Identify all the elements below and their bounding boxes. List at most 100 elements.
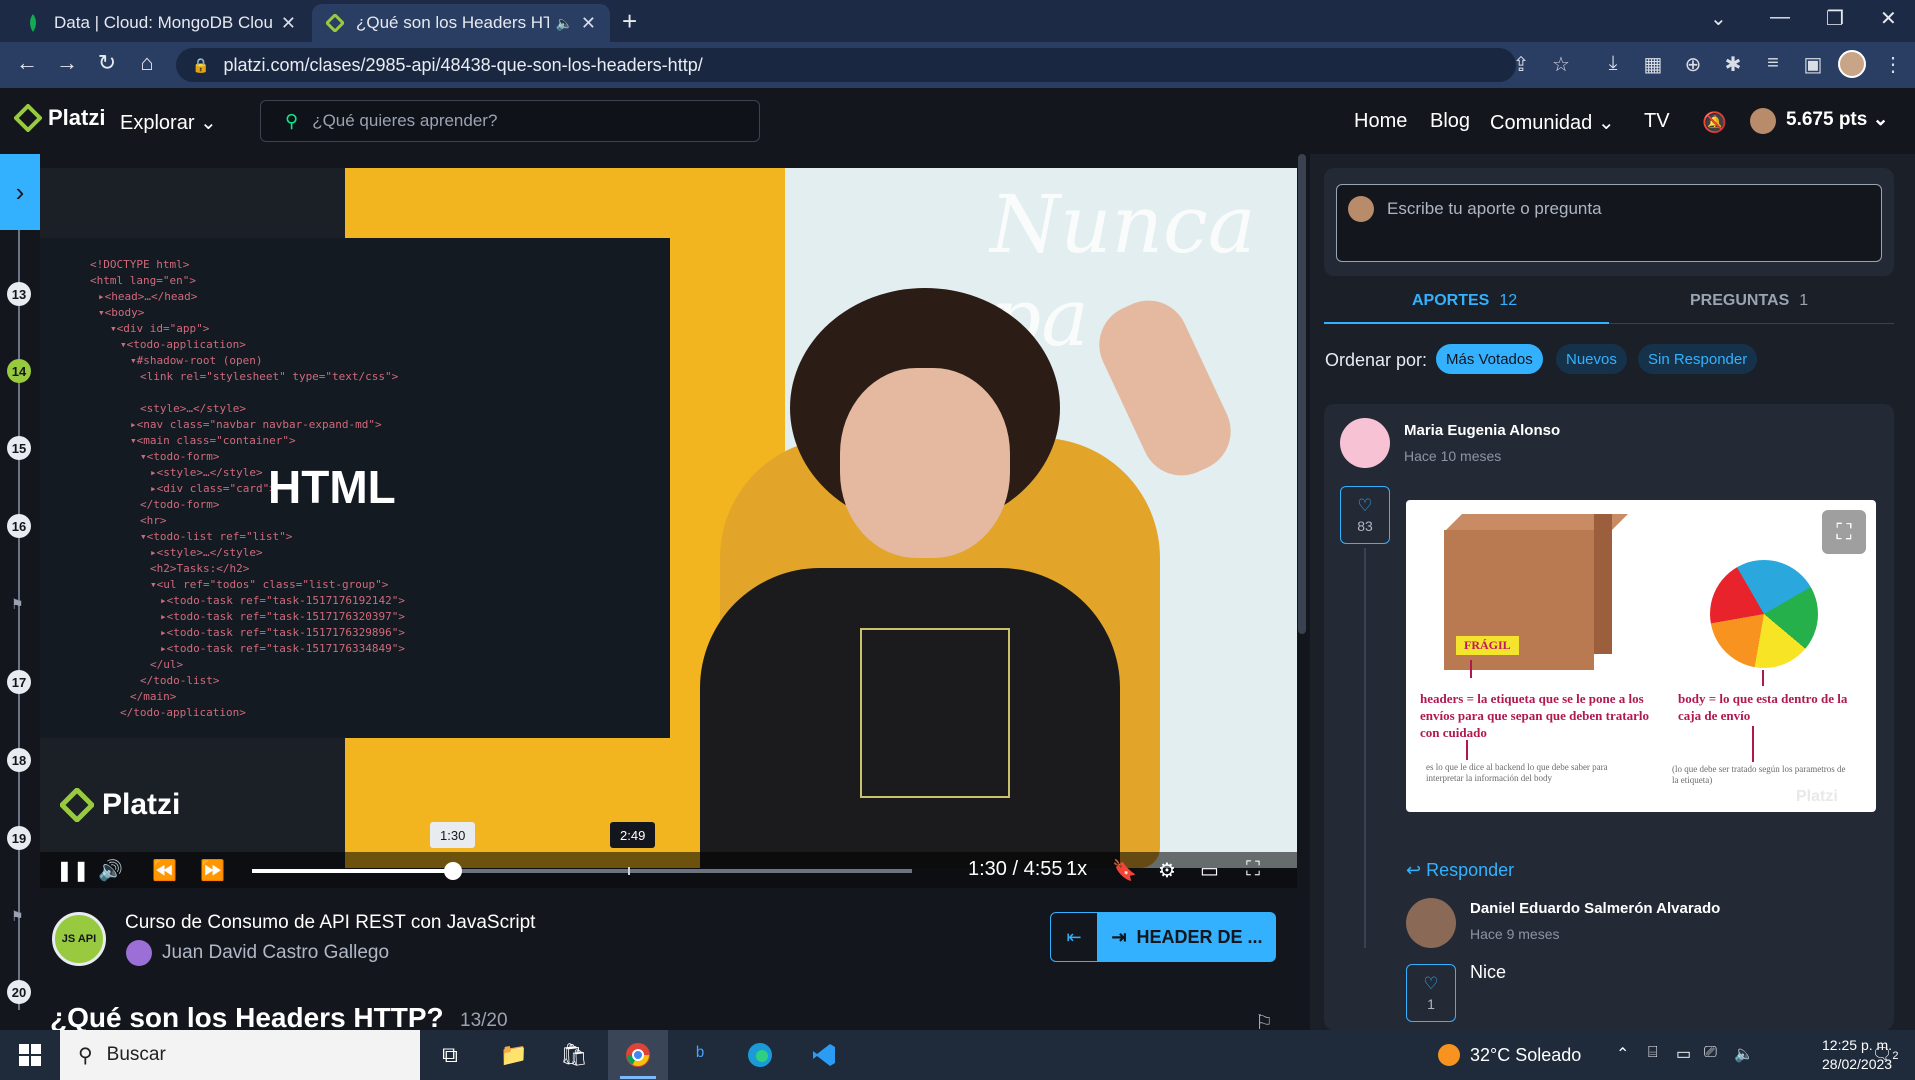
user-points[interactable]: 5.675 pts ⌄ [1786,108,1889,131]
rail-class-16[interactable]: 16 [7,514,31,538]
browser-profile-avatar[interactable] [1838,50,1866,78]
tab-preguntas[interactable]: PREGUNTAS 1 [1690,292,1808,310]
rail-class-20[interactable]: 20 [7,980,31,1004]
camera-icon[interactable]: ⌸ [1648,1044,1658,1062]
tab-title: ¿Qué son los Headers HTTP? [356,13,550,32]
address-bar[interactable]: 🔒 platzi.com/clases/2985-api/48438-que-s… [176,48,1516,82]
expand-sidebar-button[interactable]: › [0,154,40,230]
extensions-puzzle-icon[interactable]: ✱ [1720,52,1746,77]
new-tab-button[interactable]: + [622,6,637,37]
microsoft-store-icon[interactable]: 🛍 [556,1038,592,1072]
progress-handle[interactable] [444,862,463,880]
rail-class-17[interactable]: 17 [7,670,31,694]
sort-unanswered[interactable]: Sin Responder [1638,344,1758,374]
course-title[interactable]: Curso de Consumo de API REST con JavaScr… [125,912,535,934]
points-value: 5.675 pts [1786,109,1868,130]
nav-tv[interactable]: TV [1644,110,1670,133]
playback-speed-button[interactable]: 1x [1066,858,1087,881]
browser-tab-platzi[interactable]: ¿Qué son los Headers HTTP? 🔈 ✕ [312,4,610,42]
picture-in-picture-icon[interactable]: ▭ [1200,858,1219,883]
chevron-down-icon: ⌄ [200,112,217,134]
file-explorer-icon[interactable]: 📁 [496,1038,532,1072]
audio-playing-icon[interactable]: 🔈 [555,15,572,32]
nav-blog[interactable]: Blog [1430,110,1470,133]
platzi-logo[interactable]: Platzi [14,104,105,132]
back-icon[interactable]: ← [12,50,42,76]
course-badge-icon[interactable]: JS API [52,912,106,966]
reply-like-button[interactable]: ♡ 1 [1406,964,1456,1022]
home-icon[interactable]: ⌂ [132,50,162,76]
bing-icon[interactable]: ᵇ [682,1038,718,1072]
sort-most-voted[interactable]: Más Votados [1436,344,1543,374]
settings-gear-icon[interactable]: ⚙ [1158,858,1176,883]
close-tab-icon[interactable]: ✕ [281,13,296,34]
rail-class-18[interactable]: 18 [7,748,31,772]
tab-search-icon[interactable]: ⌄ [1710,6,1727,31]
media-queue-icon[interactable]: ≡ [1760,52,1786,75]
chrome-icon[interactable] [620,1038,656,1072]
browser-toolbar: ← → ↻ ⌂ 🔒 platzi.com/clases/2985-api/484… [0,42,1915,88]
reply-button[interactable]: ↩ Responder [1406,860,1514,881]
notifications-off-icon[interactable]: 🔕 [1702,110,1727,135]
teacher-name[interactable]: Juan David Castro Gallego [162,942,389,964]
main-scrollbar[interactable] [1298,154,1306,634]
rail-class-14[interactable]: 14 [7,359,31,383]
sort-newest[interactable]: Nuevos [1556,344,1627,374]
forward-icon[interactable]: → [52,50,82,76]
author-avatar[interactable] [1340,418,1390,468]
close-window-button[interactable]: ✕ [1880,6,1897,31]
video-player[interactable]: Nunca pa <!DOCTYPE html> <html lang="en"… [40,168,1297,888]
search-input[interactable]: ⚲ ¿Qué quieres aprender? [260,100,760,142]
previous-class-button[interactable]: ⇤ [1050,912,1098,962]
video-progress-bar[interactable] [252,862,912,880]
rail-class-19[interactable]: 19 [7,826,31,850]
calculator-extension-icon[interactable]: ▦ [1640,52,1666,77]
side-panel-icon[interactable]: ▣ [1800,52,1826,77]
rail-class-13[interactable]: 13 [7,282,31,306]
nav-comunidad-label: Comunidad [1490,112,1593,134]
user-avatar[interactable] [1750,108,1776,134]
explore-menu[interactable]: Explorar ⌄ [120,110,217,135]
like-button[interactable]: ♡ 83 [1340,486,1390,544]
share-icon[interactable]: ⇪ [1508,52,1534,77]
rail-class-15[interactable]: 15 [7,436,31,460]
author-name[interactable]: Maria Eugenia Alonso [1404,422,1560,439]
minimize-button[interactable]: — [1770,6,1790,29]
nav-home[interactable]: Home [1354,110,1407,133]
speaker-icon[interactable]: 🔈 [1734,1044,1754,1064]
task-view-icon[interactable]: ⧉ [432,1038,468,1072]
edge-icon[interactable] [742,1038,778,1072]
network-icon[interactable]: ⎚ [1704,1044,1717,1062]
browser-menu-icon[interactable]: ⋮ [1880,52,1906,77]
vscode-icon[interactable] [806,1038,842,1072]
close-tab-icon[interactable]: ✕ [581,13,596,34]
annotation-line [1762,670,1764,686]
green-plus-extension-icon[interactable]: ⊕ [1680,52,1706,77]
show-hidden-icons-chevron-icon[interactable]: ⌃ [1616,1044,1629,1064]
bookmark-icon[interactable]: 🔖 [1112,858,1137,883]
reload-icon[interactable]: ↻ [92,50,122,76]
volume-icon[interactable]: 🔊 [98,858,123,883]
browser-tab-mongodb[interactable]: Data | Cloud: MongoDB Cloud ✕ [10,4,310,42]
ask-input[interactable]: Escribe tu aporte o pregunta [1336,184,1882,262]
contribution-image[interactable]: FRÁGIL headers = la etiqueta que se le p… [1406,500,1876,812]
rewind-icon[interactable]: ⏪ [152,858,177,883]
pause-icon[interactable]: ❚❚ [56,858,90,883]
taskbar-search[interactable]: ⚲ Buscar [60,1030,420,1080]
weather-widget[interactable]: 32°C Soleado [1438,1044,1581,1066]
windows-start-icon[interactable] [12,1038,48,1072]
maximize-button[interactable]: ❐ [1826,6,1844,31]
download-extension-icon[interactable]: ⤓ [1600,52,1626,75]
nav-comunidad[interactable]: Comunidad ⌄ [1490,110,1615,135]
tab-aportes[interactable]: APORTES 12 [1412,292,1517,310]
expand-image-icon[interactable]: ⛶ [1822,510,1866,554]
next-class-button[interactable]: ⇥ HEADER DE ... [1098,912,1276,962]
battery-icon[interactable]: ▭ [1676,1044,1691,1064]
reply-author-name[interactable]: Daniel Eduardo Salmerón Alvarado [1470,900,1720,917]
bookmark-star-icon[interactable]: ☆ [1548,52,1574,77]
tab-title: Data | Cloud: MongoDB Cloud [54,13,273,32]
fast-forward-icon[interactable]: ⏩ [200,858,225,883]
notification-center-icon[interactable]: 🗨2 [1872,1044,1898,1064]
reply-author-avatar[interactable] [1406,898,1456,948]
fullscreen-icon[interactable]: ⛶ [1246,858,1260,881]
